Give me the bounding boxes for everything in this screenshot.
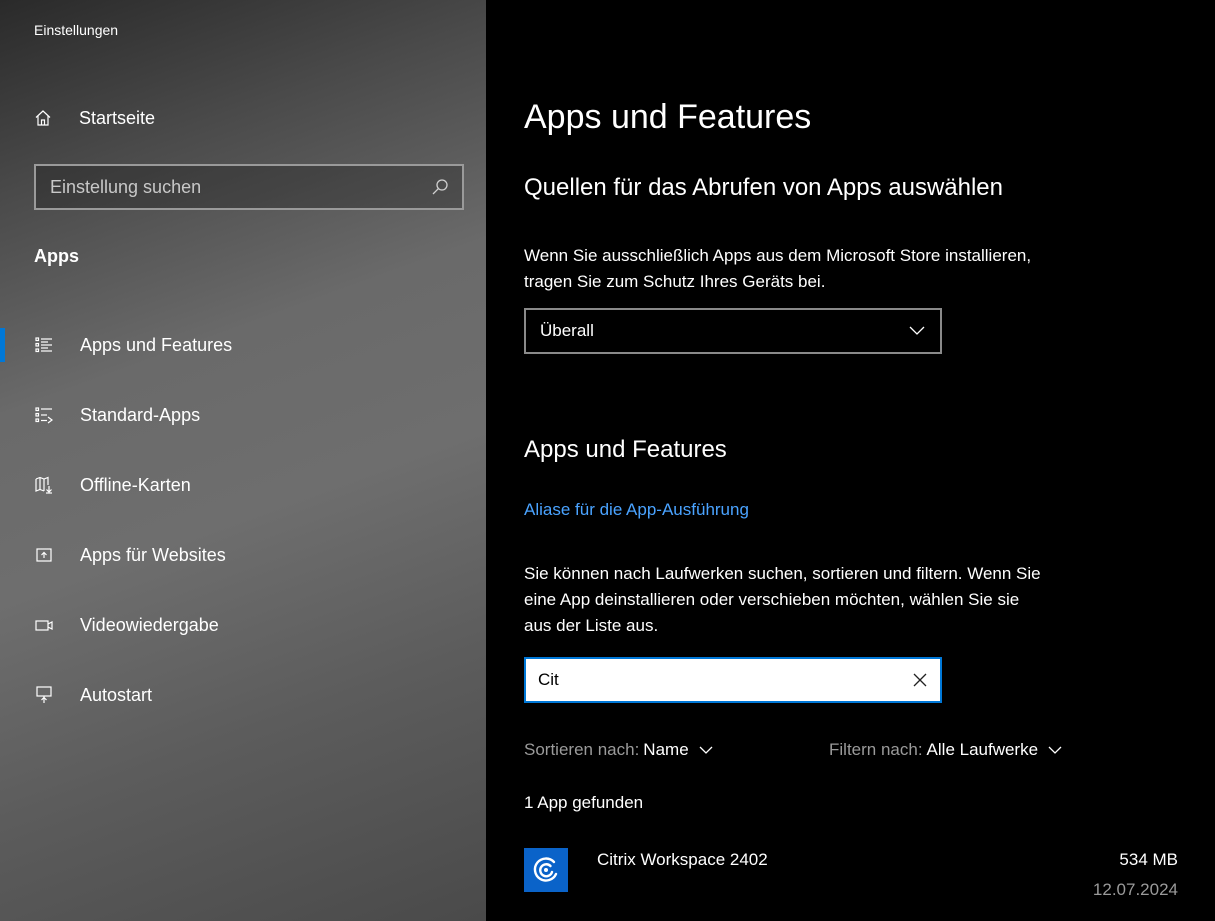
sidebar-item-label: Videowiedergabe bbox=[80, 614, 219, 635]
sidebar-item-startup[interactable]: Autostart bbox=[0, 670, 486, 720]
close-icon[interactable] bbox=[910, 670, 930, 690]
sidebar-item-apps-features[interactable]: Apps und Features bbox=[0, 320, 486, 370]
list-item[interactable]: Citrix Workspace 2402 534 MB 12.07.2024 bbox=[524, 842, 1178, 908]
video-icon bbox=[34, 615, 54, 635]
chevron-down-icon bbox=[908, 322, 926, 340]
sidebar-item-default-apps[interactable]: Standard-Apps bbox=[0, 390, 486, 440]
page-title: Apps und Features bbox=[524, 98, 812, 136]
search-icon[interactable] bbox=[430, 177, 450, 197]
apps-features-heading: Apps und Features bbox=[524, 436, 727, 463]
filter-dropdown[interactable]: Filtern nach: Alle Laufwerke bbox=[829, 740, 1062, 760]
chevron-down-icon bbox=[699, 746, 713, 755]
list-default-icon bbox=[34, 405, 54, 425]
sort-value: Name bbox=[643, 740, 689, 759]
apps-description-line2: eine App deinstallieren oder verschieben… bbox=[524, 590, 1020, 609]
startup-icon bbox=[34, 685, 54, 705]
sidebar-item-label: Offline-Karten bbox=[80, 474, 191, 495]
sidebar-item-label: Apps und Features bbox=[80, 334, 233, 355]
apps-description-line1: Sie können nach Laufwerken suchen, sorti… bbox=[524, 564, 1041, 583]
sidebar-item-offline-maps[interactable]: Offline-Karten bbox=[0, 460, 486, 510]
home-link[interactable]: Startseite bbox=[34, 104, 155, 132]
sort-dropdown[interactable]: Sortieren nach: Name bbox=[524, 740, 713, 760]
sources-description-line1: Wenn Sie ausschließlich Apps aus dem Mic… bbox=[524, 246, 1032, 265]
filter-value: Alle Laufwerke bbox=[926, 740, 1039, 759]
home-icon bbox=[34, 109, 52, 127]
sidebar-item-label: Autostart bbox=[80, 684, 153, 705]
apps-description-line3: aus der Liste aus. bbox=[524, 616, 659, 635]
sidebar-item-video-playback[interactable]: Videowiedergabe bbox=[0, 600, 486, 650]
app-search-input[interactable] bbox=[538, 670, 888, 690]
list-detail-icon bbox=[34, 335, 54, 355]
sidebar-item-label: Apps für Websites bbox=[80, 544, 226, 565]
app-name: Citrix Workspace 2402 bbox=[597, 850, 768, 869]
dropdown-value: Überall bbox=[540, 321, 594, 340]
sort-label: Sortieren nach: bbox=[524, 740, 640, 759]
citrix-icon bbox=[524, 848, 568, 892]
main-content: Apps und Features Quellen für das Abrufe… bbox=[486, 0, 1215, 921]
sidebar-item-label: Standard-Apps bbox=[80, 404, 201, 425]
result-count: 1 App gefunden bbox=[524, 793, 644, 812]
app-source-dropdown[interactable]: Überall bbox=[524, 308, 942, 354]
window-title: Einstellungen bbox=[34, 22, 119, 38]
settings-search[interactable] bbox=[34, 164, 464, 210]
settings-search-input[interactable] bbox=[50, 176, 410, 198]
map-download-icon bbox=[34, 475, 54, 495]
sidebar-item-apps-websites[interactable]: Apps für Websites bbox=[0, 530, 486, 580]
app-size: 534 MB bbox=[1119, 850, 1178, 869]
open-in-app-icon bbox=[34, 545, 54, 565]
app-search[interactable] bbox=[524, 657, 942, 703]
sources-heading: Quellen für das Abrufen von Apps auswähl… bbox=[524, 174, 1003, 201]
active-indicator bbox=[0, 328, 5, 362]
sources-description-line2: tragen Sie zum Schutz Ihres Geräts bei. bbox=[524, 272, 826, 291]
sidebar: Einstellungen Startseite Apps Apps und F… bbox=[0, 0, 486, 921]
section-heading: Apps bbox=[34, 246, 79, 266]
app-alias-link[interactable]: Aliase für die App-Ausführung bbox=[524, 500, 749, 520]
home-label: Startseite bbox=[79, 107, 156, 128]
chevron-down-icon bbox=[1048, 746, 1062, 755]
app-install-date: 12.07.2024 bbox=[1092, 880, 1178, 899]
filter-label: Filtern nach: bbox=[829, 740, 923, 759]
